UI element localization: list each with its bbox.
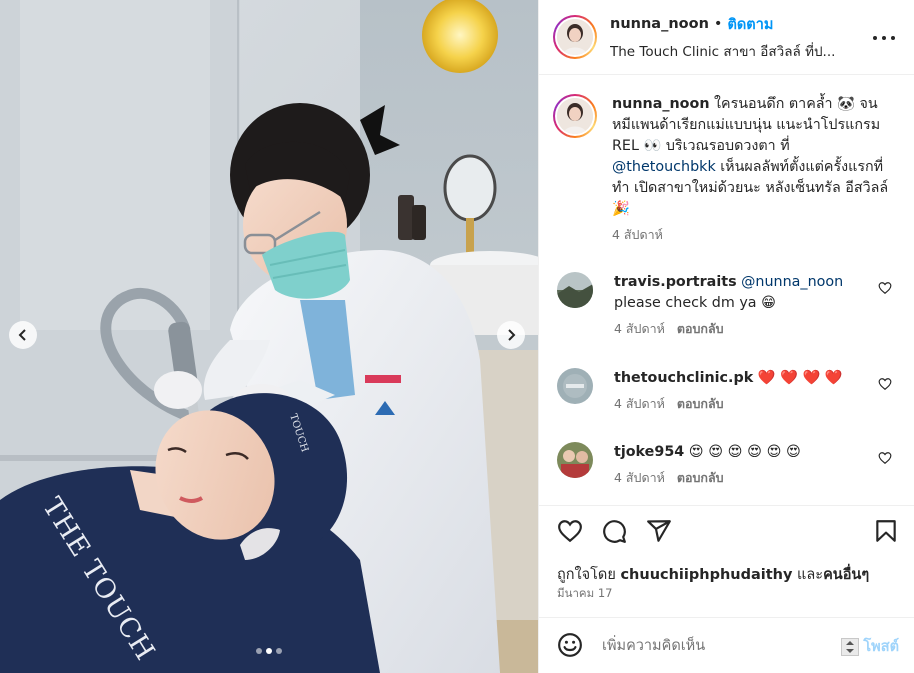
treatment-photo: THE TOUCH TOUCH	[0, 0, 538, 673]
liked-by-others-link[interactable]: คนอื่นๆ	[823, 567, 869, 583]
comment-text: tjoke954 😍 😍 😍 😍 😍 😍	[614, 442, 874, 463]
author-avatar[interactable]	[553, 15, 597, 59]
add-comment-bar: โพสต์	[539, 617, 914, 673]
post-comment-button[interactable]: โพสต์	[841, 635, 899, 658]
emoji-icon[interactable]	[557, 632, 583, 658]
comment-mention-link[interactable]: @nunna_noon	[741, 274, 843, 290]
comment-body: please check dm ya 😁	[614, 295, 777, 311]
comment-input[interactable]	[602, 634, 832, 658]
comment-icon[interactable]	[601, 518, 627, 544]
carousel-next-button[interactable]	[497, 321, 525, 349]
share-icon[interactable]	[646, 518, 672, 544]
carousel-indicator	[0, 648, 538, 654]
comment-time[interactable]: 4 สัปดาห์	[614, 467, 665, 488]
comment-body: ❤️ ❤️ ❤️ ❤️	[753, 370, 843, 386]
more-icon	[873, 36, 895, 40]
commenter-avatar[interactable]	[557, 272, 593, 308]
instagram-post: THE TOUCH TOUCH nunna_noon • ติดตาม The …	[0, 0, 914, 673]
likes-prefix: ถูกใจโดย	[557, 567, 621, 583]
comment-item: travis.portraits @nunna_noonplease check…	[557, 272, 902, 339]
post-actions-bar	[539, 505, 914, 555]
carousel-dot-active	[266, 648, 272, 654]
comment-time[interactable]: 4 สัปดาห์	[614, 393, 665, 414]
liked-by-user[interactable]: chuuchiiphphudaithy	[620, 567, 792, 583]
commenter-avatar[interactable]	[557, 368, 593, 404]
comment-text: travis.portraits @nunna_noonplease check…	[614, 272, 874, 314]
chevron-right-icon	[508, 329, 516, 341]
more-options-button[interactable]	[873, 28, 895, 48]
comment-time[interactable]: 4 สัปดาห์	[614, 318, 665, 339]
post-label: โพสต์	[863, 639, 899, 655]
caption-text: nunna_noon ใครนอนดึก ตาคล้ำ 🐼 จนหมีแพนด้…	[612, 94, 892, 220]
reply-button[interactable]: ตอบกลับ	[677, 318, 724, 339]
comment-username[interactable]: tjoke954	[614, 444, 684, 460]
post-photo[interactable]: THE TOUCH TOUCH	[0, 0, 538, 673]
comment-item: tjoke954 😍 😍 😍 😍 😍 😍 4 สัปดาห์ ตอบกลับ	[557, 442, 902, 488]
author-username[interactable]: nunna_noon	[610, 16, 709, 32]
post-date[interactable]: มีนาคม 17	[557, 585, 612, 603]
comments-list[interactable]: nunna_noon ใครนอนดึก ตาคล้ำ 🐼 จนหมีแพนด้…	[539, 76, 914, 504]
separator-dot: •	[713, 16, 723, 32]
post-location[interactable]: The Touch Clinic สาขา อีสวิลล์ ที่ป...	[610, 40, 870, 62]
chevron-left-icon	[18, 329, 26, 341]
spinner-arrows-icon	[841, 637, 860, 656]
comment-item: thetouchclinic.pk ❤️ ❤️ ❤️ ❤️ 4 สัปดาห์ ต…	[557, 368, 902, 414]
caption-time[interactable]: 4 สัปดาห์	[612, 224, 663, 245]
post-caption: nunna_noon ใครนอนดึก ตาคล้ำ 🐼 จนหมีแพนด้…	[553, 94, 892, 245]
carousel-dot	[256, 648, 262, 654]
heart-icon[interactable]	[878, 281, 892, 295]
post-side-panel: nunna_noon • ติดตาม The Touch Clinic สาข…	[538, 0, 914, 673]
caption-username[interactable]: nunna_noon	[612, 96, 710, 112]
bookmark-icon[interactable]	[873, 518, 899, 544]
caption-author-avatar[interactable]	[553, 94, 597, 138]
carousel-dot	[276, 648, 282, 654]
heart-icon[interactable]	[878, 377, 892, 391]
heart-icon[interactable]	[878, 451, 892, 465]
comment-username[interactable]: travis.portraits	[614, 274, 737, 290]
reply-button[interactable]: ตอบกลับ	[677, 393, 724, 414]
caption-mention-link[interactable]: @thetouchbkk	[612, 159, 716, 175]
post-header: nunna_noon • ติดตาม The Touch Clinic สาข…	[539, 0, 914, 75]
carousel-prev-button[interactable]	[9, 321, 37, 349]
likes-summary: ถูกใจโดย chuuchiiphphudaithy และคนอื่นๆ	[557, 563, 869, 586]
follow-button[interactable]: ติดตาม	[727, 13, 773, 36]
likes-and: และ	[792, 567, 824, 583]
commenter-avatar[interactable]	[557, 442, 593, 478]
reply-button[interactable]: ตอบกลับ	[677, 467, 724, 488]
comment-username[interactable]: thetouchclinic.pk	[614, 370, 753, 386]
heart-icon[interactable]	[557, 518, 583, 544]
comment-body: 😍 😍 😍 😍 😍 😍	[684, 444, 801, 460]
comment-text: thetouchclinic.pk ❤️ ❤️ ❤️ ❤️	[614, 368, 874, 389]
